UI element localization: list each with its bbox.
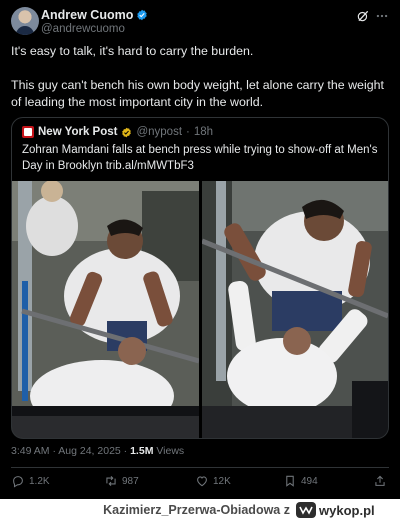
author-display-name[interactable]: Andrew Cuomo — [41, 8, 133, 22]
quote-author-name: New York Post — [38, 126, 118, 138]
bookmark-button[interactable]: 494 — [283, 474, 318, 488]
tweet-text-line-2: This guy can't bench his own body weight… — [11, 78, 384, 109]
quote-header: New York Post @nypost · 18h — [22, 126, 213, 138]
watermark-user: Kazimierz_Przerwa-Obiadowa z — [103, 503, 290, 517]
quote-media[interactable] — [12, 181, 388, 438]
photo-right[interactable] — [202, 181, 388, 438]
tweet-text: It's easy to talk, it's hard to carry th… — [11, 43, 391, 111]
nypost-logo — [22, 126, 34, 138]
more-icon[interactable] — [375, 9, 389, 23]
quoted-tweet[interactable]: New York Post @nypost · 18h Zohran Mamda… — [11, 117, 389, 439]
tweet-text-line-1: It's easy to talk, it's hard to carry th… — [11, 44, 254, 58]
verified-gold-icon — [122, 127, 132, 137]
reply-icon — [13, 476, 23, 488]
tweet: Andrew Cuomo @andrewcuomo It's easy to t… — [0, 0, 400, 499]
share-button[interactable] — [373, 474, 387, 488]
wykop-wordmark: wykop.pl — [318, 503, 375, 518]
reply-button[interactable]: 1.2K — [11, 474, 50, 488]
like-count: 12K — [213, 475, 231, 487]
like-button[interactable]: 12K — [195, 474, 231, 488]
repost-icon — [106, 475, 116, 487]
quote-age: 18h — [193, 126, 214, 138]
views-label: Views — [153, 445, 185, 457]
photo-left[interactable] — [12, 181, 199, 438]
share-icon — [375, 475, 385, 486]
grok-icon[interactable] — [356, 9, 370, 23]
timestamp[interactable]: 3:49 AM · Aug 24, 2025 · — [11, 445, 130, 457]
verified-blue-icon — [137, 9, 148, 21]
watermark-bar: Kazimierz_Przerwa-Obiadowa z wykop.pl — [0, 499, 400, 521]
quote-text: Zohran Mamdani falls at bench press whil… — [22, 144, 378, 172]
tweet-header: Andrew Cuomo @andrewcuomo — [11, 7, 389, 37]
divider — [11, 467, 389, 468]
author-block: Andrew Cuomo @andrewcuomo — [41, 8, 148, 35]
repost-count: 987 — [122, 475, 139, 487]
views-count: 1.5M — [130, 445, 154, 457]
wykop-logo: wykop.pl — [296, 502, 375, 518]
action-bar: 1.2K 987 12K 494 — [11, 474, 389, 494]
quote-separator: · — [186, 126, 190, 138]
like-icon — [197, 476, 207, 487]
tweet-meta: 3:49 AM · Aug 24, 2025 · 1.5M Views — [11, 445, 184, 457]
reply-count: 1.2K — [29, 475, 50, 487]
bookmark-count: 494 — [301, 475, 318, 487]
author-handle[interactable]: @andrewcuomo — [41, 23, 148, 35]
bookmark-icon — [286, 475, 294, 487]
repost-button[interactable]: 987 — [104, 474, 139, 488]
avatar[interactable] — [11, 7, 39, 35]
quote-handle: @nypost — [136, 126, 183, 138]
